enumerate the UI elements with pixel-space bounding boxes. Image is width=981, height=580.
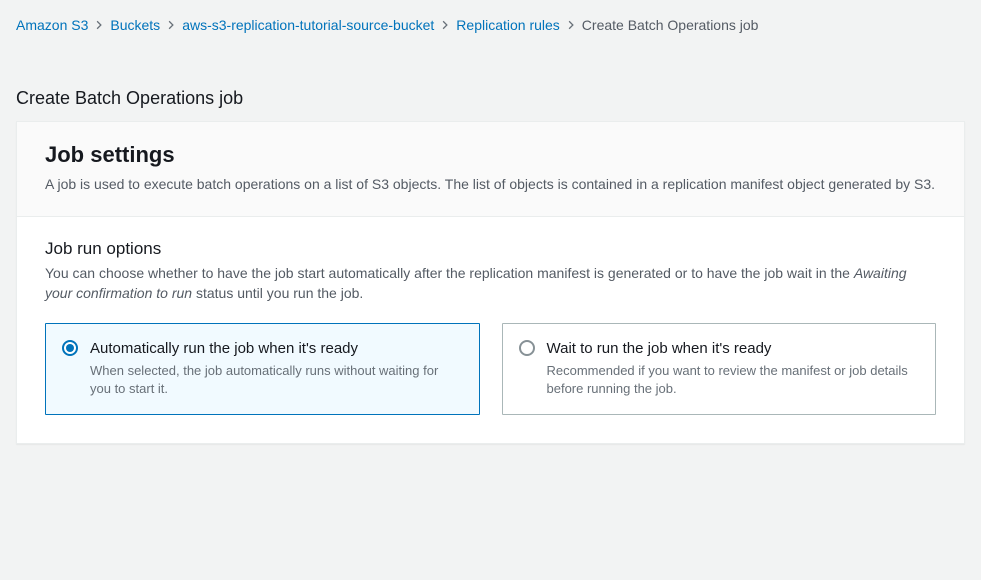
chevron-right-icon [566, 20, 576, 30]
page-title: Create Batch Operations job [0, 88, 981, 121]
option-text: Wait to run the job when it's ready Reco… [547, 338, 920, 398]
breadcrumb-link-replication-rules[interactable]: Replication rules [456, 14, 560, 36]
option-wait-to-run[interactable]: Wait to run the job when it's ready Reco… [502, 323, 937, 415]
option-title: Wait to run the job when it's ready [547, 338, 920, 360]
chevron-right-icon [440, 20, 450, 30]
breadcrumb-link-bucket[interactable]: aws-s3-replication-tutorial-source-bucke… [182, 14, 434, 36]
radio-icon [62, 340, 78, 356]
chevron-right-icon [94, 20, 104, 30]
section-description: You can choose whether to have the job s… [45, 263, 936, 303]
breadcrumb-current: Create Batch Operations job [582, 14, 759, 36]
breadcrumb: Amazon S3 Buckets aws-s3-replication-tut… [0, 0, 981, 40]
job-run-options-group: Automatically run the job when it's read… [45, 323, 936, 415]
option-description: When selected, the job automatically run… [90, 362, 463, 398]
panel-description: A job is used to execute batch operation… [45, 174, 936, 194]
option-title: Automatically run the job when it's read… [90, 338, 463, 360]
panel-title: Job settings [45, 142, 936, 168]
breadcrumb-link-amazon-s3[interactable]: Amazon S3 [16, 14, 88, 36]
section-desc-post: status until you run the job. [192, 285, 363, 301]
option-description: Recommended if you want to review the ma… [547, 362, 920, 398]
section-title-job-run-options: Job run options [45, 239, 936, 259]
chevron-right-icon [166, 20, 176, 30]
panel-body: Job run options You can choose whether t… [17, 217, 964, 443]
option-text: Automatically run the job when it's read… [90, 338, 463, 398]
panel-header: Job settings A job is used to execute ba… [17, 122, 964, 217]
radio-icon [519, 340, 535, 356]
breadcrumb-link-buckets[interactable]: Buckets [110, 14, 160, 36]
option-auto-run[interactable]: Automatically run the job when it's read… [45, 323, 480, 415]
section-desc-pre: You can choose whether to have the job s… [45, 265, 854, 281]
job-settings-panel: Job settings A job is used to execute ba… [16, 121, 965, 444]
